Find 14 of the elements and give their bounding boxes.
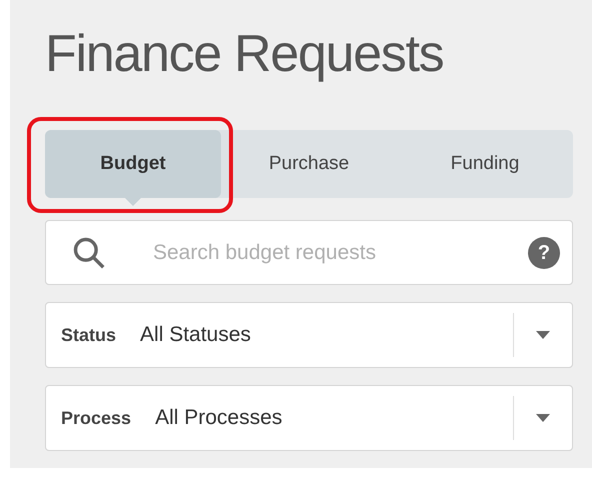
filter-dropdown[interactable]: Status All Statuses	[45, 302, 573, 368]
filter-label: Process	[61, 406, 132, 430]
caret-icon	[536, 331, 550, 339]
search-field[interactable]: Search budget requests ?	[45, 220, 573, 285]
tab[interactable]: Funding	[397, 130, 573, 198]
help-icon[interactable]: ?	[528, 236, 560, 268]
tab[interactable]: Purchase	[221, 130, 397, 198]
filter-label: Status	[61, 324, 116, 346]
filter-dropdown[interactable]: Process All Processes	[45, 385, 573, 451]
filter-value: All Processes	[155, 405, 284, 432]
page-title: Finance Requests	[45, 24, 444, 85]
filter-value: All Statuses	[140, 322, 252, 348]
tab-pointer-icon	[125, 198, 141, 206]
caret-icon	[536, 414, 550, 422]
